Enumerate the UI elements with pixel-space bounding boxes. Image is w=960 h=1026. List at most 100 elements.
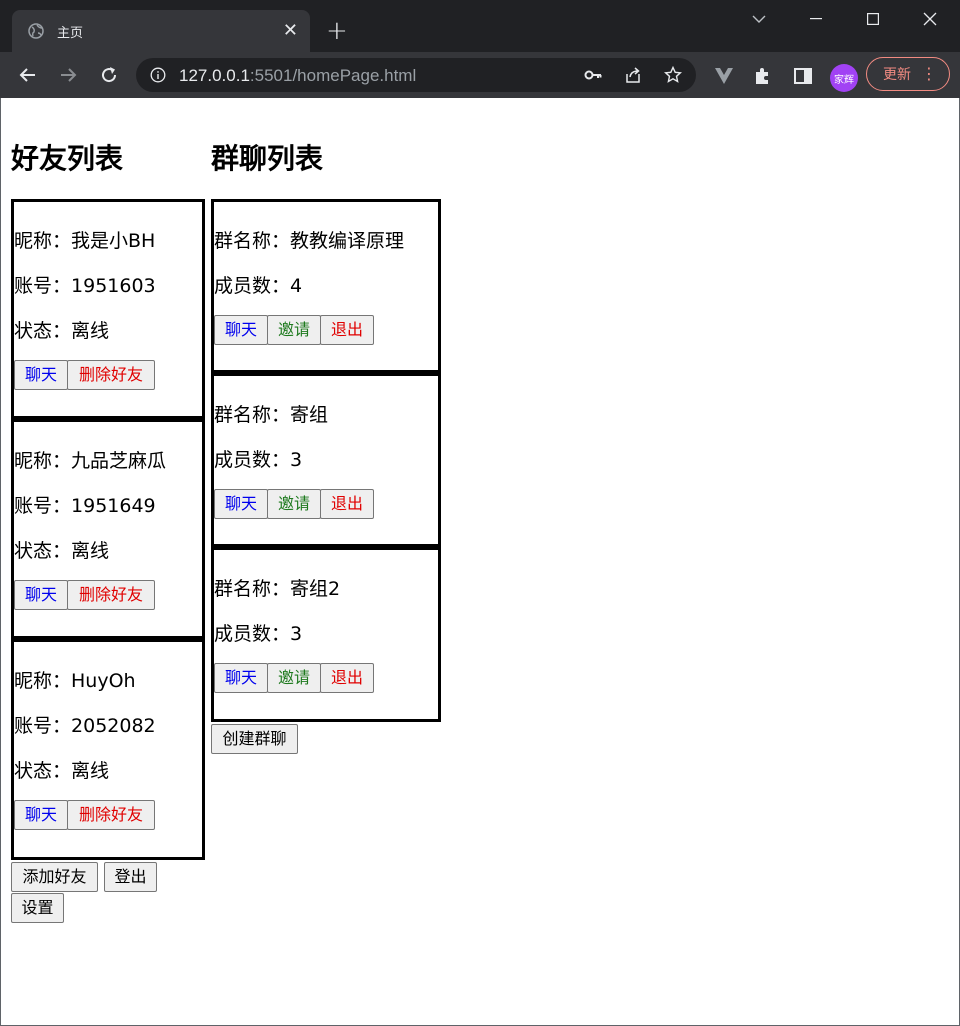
url-path: :5501/homePage.html xyxy=(249,66,417,85)
group-name-label: 群名称： xyxy=(214,230,291,252)
create-group-button[interactable]: 创建群聊 xyxy=(211,724,298,754)
side-panel-icon[interactable] xyxy=(793,66,813,86)
tab-close-icon[interactable]: ✕ xyxy=(283,22,298,40)
url-host: 127.0.0.1 xyxy=(179,66,250,85)
group-name-value: 寄组2 xyxy=(290,578,341,600)
status-label: 状态： xyxy=(14,760,72,782)
nickname-label: 昵称： xyxy=(14,230,72,252)
account-label: 账号： xyxy=(14,275,72,297)
friend-chat-button[interactable]: 聊天 xyxy=(14,360,68,390)
nickname-label: 昵称： xyxy=(14,450,72,472)
members-value: 3 xyxy=(290,623,303,645)
nickname-value: HuyOh xyxy=(71,670,136,692)
status-label: 状态： xyxy=(14,540,72,562)
status-label: 状态： xyxy=(14,320,72,342)
address-bar[interactable]: 127.0.0.1:5501/homePage.html xyxy=(136,58,696,92)
profile-avatar[interactable]: 家辉 xyxy=(830,64,858,92)
status-value: 离线 xyxy=(71,540,110,562)
tab-search-chevron-icon[interactable] xyxy=(744,6,774,32)
group-members: 成员数：4 xyxy=(214,271,302,298)
quit-group-button[interactable]: 退出 xyxy=(320,663,374,693)
tab-title: 主页 xyxy=(57,25,84,41)
group-members: 成员数：3 xyxy=(214,445,302,472)
account-value: 1951649 xyxy=(71,495,156,517)
group-name: 群名称：寄组2 xyxy=(214,574,340,601)
members-label: 成员数： xyxy=(214,449,291,471)
new-tab-icon[interactable]: + xyxy=(326,18,348,44)
extensions-puzzle-icon[interactable] xyxy=(753,66,773,86)
vue-devtools-icon[interactable] xyxy=(714,66,734,86)
forward-arrow-icon[interactable] xyxy=(56,63,80,87)
delete-friend-button[interactable]: 删除好友 xyxy=(67,360,155,390)
account-value: 2052082 xyxy=(71,715,156,737)
group-name-label: 群名称： xyxy=(214,578,291,600)
friend-account: 账号：1951603 xyxy=(14,271,156,298)
globe-icon xyxy=(28,23,44,39)
friend-card: 昵称：HuyOh 账号：2052082 状态：离线 聊天 删除好友 xyxy=(11,639,205,860)
menu-dots-icon[interactable]: ⋮ xyxy=(921,65,937,83)
maximize-icon[interactable] xyxy=(858,6,888,32)
status-value: 离线 xyxy=(71,760,110,782)
friend-nickname: 昵称：我是小BH xyxy=(14,226,155,253)
browser-titlebar: 主页 ✕ + xyxy=(0,0,960,52)
group-chat-button[interactable]: 聊天 xyxy=(214,489,268,519)
account-label: 账号： xyxy=(14,495,72,517)
friend-chat-button[interactable]: 聊天 xyxy=(14,800,68,830)
key-icon[interactable] xyxy=(584,66,602,84)
groups-heading: 群聊列表 xyxy=(211,142,324,175)
quit-group-button[interactable]: 退出 xyxy=(320,489,374,519)
friend-account: 账号：2052082 xyxy=(14,711,156,738)
nickname-label: 昵称： xyxy=(14,670,72,692)
group-card: 群名称：寄组 成员数：3 聊天 邀请 退出 xyxy=(211,373,441,547)
site-info-icon[interactable] xyxy=(150,67,166,83)
friend-nickname: 昵称：九品芝麻瓜 xyxy=(14,446,166,473)
account-value: 1951603 xyxy=(71,275,156,297)
status-value: 离线 xyxy=(71,320,110,342)
update-label: 更新 xyxy=(883,67,911,83)
group-chat-button[interactable]: 聊天 xyxy=(214,315,268,345)
nickname-value: 我是小BH xyxy=(71,230,156,252)
url-text[interactable]: 127.0.0.1:5501/homePage.html xyxy=(179,66,416,86)
share-icon[interactable] xyxy=(624,66,642,84)
quit-group-button[interactable]: 退出 xyxy=(320,315,374,345)
group-chat-button[interactable]: 聊天 xyxy=(214,663,268,693)
group-card: 群名称：教教编译原理 成员数：4 聊天 邀请 退出 xyxy=(211,199,441,373)
friend-status: 状态：离线 xyxy=(14,316,109,343)
group-name: 群名称：寄组 xyxy=(214,400,328,427)
logout-button[interactable]: 登出 xyxy=(104,862,157,892)
browser-toolbar: 127.0.0.1:5501/homePage.html 家辉 更新 ⋮ xyxy=(0,52,960,98)
invite-button[interactable]: 邀请 xyxy=(267,489,321,519)
back-arrow-icon[interactable] xyxy=(16,63,40,87)
close-window-icon[interactable] xyxy=(915,6,945,32)
add-friend-button[interactable]: 添加好友 xyxy=(11,862,98,892)
reload-icon[interactable] xyxy=(97,63,121,87)
browser-tab[interactable]: 主页 ✕ xyxy=(12,10,310,52)
members-label: 成员数： xyxy=(214,275,291,297)
group-name-value: 寄组 xyxy=(290,404,329,426)
group-card: 群名称：寄组2 成员数：3 聊天 邀请 退出 xyxy=(211,547,441,722)
members-value: 3 xyxy=(290,449,303,471)
members-label: 成员数： xyxy=(214,623,291,645)
update-button[interactable]: 更新 ⋮ xyxy=(866,57,950,91)
bookmark-star-icon[interactable] xyxy=(664,66,682,84)
invite-button[interactable]: 邀请 xyxy=(267,663,321,693)
minimize-icon[interactable] xyxy=(801,6,831,32)
delete-friend-button[interactable]: 删除好友 xyxy=(67,580,155,610)
friend-status: 状态：离线 xyxy=(14,756,109,783)
invite-button[interactable]: 邀请 xyxy=(267,315,321,345)
friend-nickname: 昵称：HuyOh xyxy=(14,666,136,693)
account-label: 账号： xyxy=(14,715,72,737)
page-content: 好友列表 昵称：我是小BH 账号：1951603 状态：离线 聊天 删除好友 昵… xyxy=(0,98,960,1026)
nickname-value: 九品芝麻瓜 xyxy=(71,450,167,472)
settings-button[interactable]: 设置 xyxy=(11,893,64,923)
friend-account: 账号：1951649 xyxy=(14,491,156,518)
friend-chat-button[interactable]: 聊天 xyxy=(14,580,68,610)
group-members: 成员数：3 xyxy=(214,619,302,646)
friend-card: 昵称：我是小BH 账号：1951603 状态：离线 聊天 删除好友 xyxy=(11,199,205,419)
members-value: 4 xyxy=(290,275,303,297)
group-name-value: 教教编译原理 xyxy=(290,230,405,252)
delete-friend-button[interactable]: 删除好友 xyxy=(67,800,155,830)
group-name-label: 群名称： xyxy=(214,404,291,426)
friend-status: 状态：离线 xyxy=(14,536,109,563)
group-name: 群名称：教教编译原理 xyxy=(214,226,404,253)
